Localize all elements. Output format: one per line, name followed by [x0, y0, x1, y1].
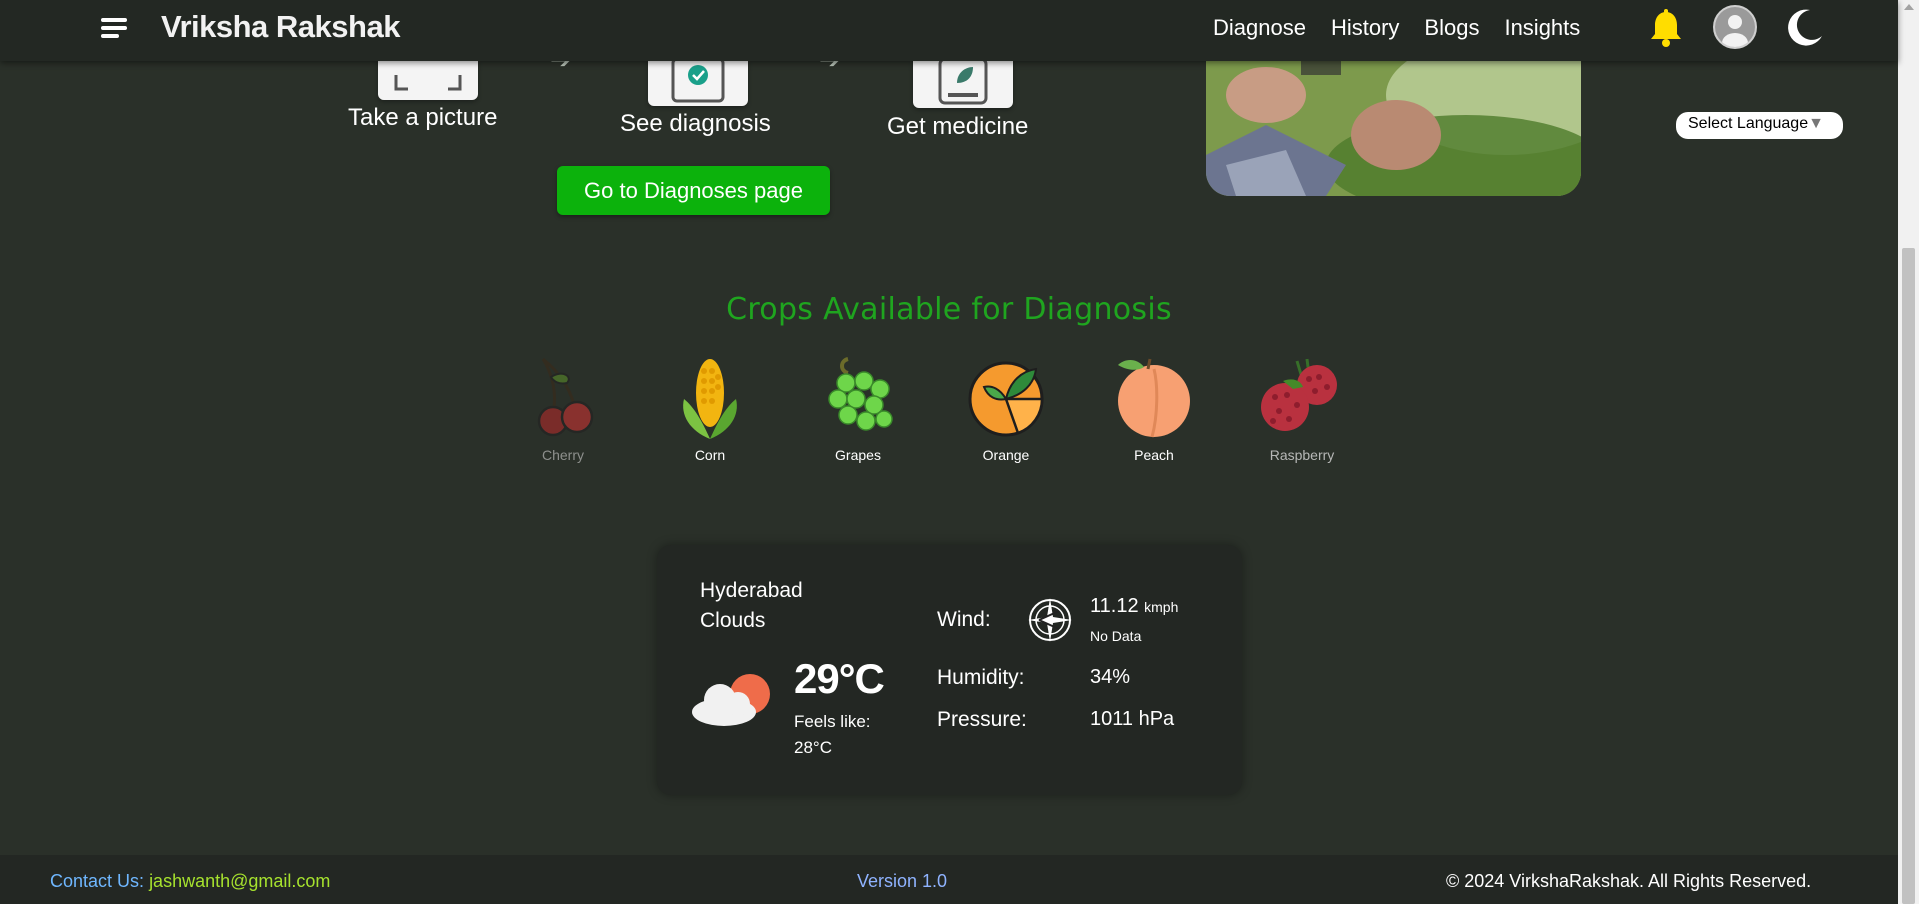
step-take-picture-label: Take a picture	[348, 104, 498, 131]
step-get-medicine-label: Get medicine	[887, 113, 1029, 140]
weather-city: Hyderabad	[700, 579, 803, 602]
cherry-icon	[537, 357, 594, 437]
wind-speed: 11.12 kmph	[1090, 595, 1178, 618]
grapes-icon	[828, 357, 893, 431]
footer-copyright: © 2024 VirkshaRakshak. All Rights Reserv…	[1446, 871, 1812, 891]
scroll-up-arrow-icon[interactable]	[1904, 4, 1914, 10]
contact-email-link[interactable]: jashwanth@gmail.com	[149, 871, 330, 891]
go-to-diagnoses-button[interactable]: Go to Diagnoses page	[557, 166, 830, 215]
footer-version: Version 1.0	[857, 871, 948, 891]
humidity-label: Humidity:	[937, 666, 1025, 689]
top-navbar: Vriksha Rakshak Diagnose History Blogs I…	[0, 0, 1898, 61]
corn-icon	[683, 359, 737, 439]
scrollbar-thumb[interactable]	[1902, 248, 1915, 904]
crop-label-orange: Orange	[982, 447, 1030, 463]
pressure-label: Pressure:	[937, 708, 1027, 731]
crops-section-title: Crops Available for Diagnosis	[726, 292, 1172, 327]
weather-condition: Clouds	[700, 609, 766, 632]
crop-label-grapes: Grapes	[835, 447, 881, 463]
footer: Contact Us: jashwanth@gmail.com Version …	[0, 855, 1898, 904]
language-select-label: Select Language	[1688, 115, 1809, 132]
wind-direction: No Data	[1090, 628, 1142, 644]
brand-title[interactable]: Vriksha Rakshak	[161, 9, 400, 45]
moon-icon[interactable]	[1784, 6, 1826, 48]
crop-item-corn[interactable]: Corn	[650, 355, 770, 463]
crop-label-peach: Peach	[1134, 447, 1174, 463]
crop-item-grapes[interactable]: Grapes	[798, 355, 918, 463]
crop-label-cherry: Cherry	[541, 447, 584, 463]
crop-item-raspberry[interactable]: Raspberry	[1242, 355, 1362, 463]
step-see-diagnosis-label: See diagnosis	[620, 110, 771, 137]
nav-link-insights[interactable]: Insights	[1504, 15, 1580, 41]
camera-frame-icon	[378, 55, 478, 100]
cloud-sun-icon	[690, 668, 778, 733]
leaf-book-icon	[913, 55, 1013, 108]
wind-label: Wind:	[937, 608, 991, 631]
wind-speed-unit: kmph	[1144, 599, 1179, 615]
orange-icon	[968, 361, 1044, 437]
feels-like-value: 28°C	[794, 738, 832, 757]
nav-links: Diagnose History Blogs Insights	[1213, 15, 1580, 41]
contact-label: Contact Us:	[50, 871, 145, 891]
crop-label-raspberry: Raspberry	[1269, 447, 1335, 463]
chevron-down-icon: ▼	[1808, 115, 1824, 132]
compass-icon	[1025, 595, 1075, 650]
nav-link-diagnose[interactable]: Diagnose	[1213, 15, 1306, 41]
raspberry-icon	[1261, 358, 1337, 431]
peach-icon	[1118, 358, 1190, 438]
language-select[interactable]: Select Language▼	[1676, 112, 1843, 139]
pressure-value: 1011 hPa	[1090, 708, 1175, 730]
bell-icon[interactable]	[1648, 9, 1684, 49]
feels-like-label: Feels like:	[794, 712, 871, 731]
footer-contact: Contact Us: jashwanth@gmail.com	[50, 871, 330, 892]
farmer-leaf-photo	[1206, 55, 1581, 196]
nav-link-history[interactable]: History	[1331, 15, 1399, 41]
crop-item-peach[interactable]: Peach	[1094, 355, 1214, 463]
weather-temperature: 29°C	[794, 655, 885, 702]
hamburger-menu-icon[interactable]	[101, 16, 131, 40]
crop-item-cherry[interactable]: Cherry	[503, 355, 623, 463]
crop-item-orange[interactable]: Orange	[946, 355, 1066, 463]
crop-label-corn: Corn	[694, 447, 726, 463]
nav-link-blogs[interactable]: Blogs	[1424, 15, 1479, 41]
wind-speed-value: 11.12	[1090, 595, 1139, 617]
check-clipboard-icon	[648, 55, 748, 106]
avatar-icon[interactable]	[1713, 5, 1757, 49]
humidity-value: 34%	[1090, 666, 1131, 688]
weather-card: Hyderabad Clouds 29°C Feels like: 28°C W…	[657, 545, 1242, 795]
